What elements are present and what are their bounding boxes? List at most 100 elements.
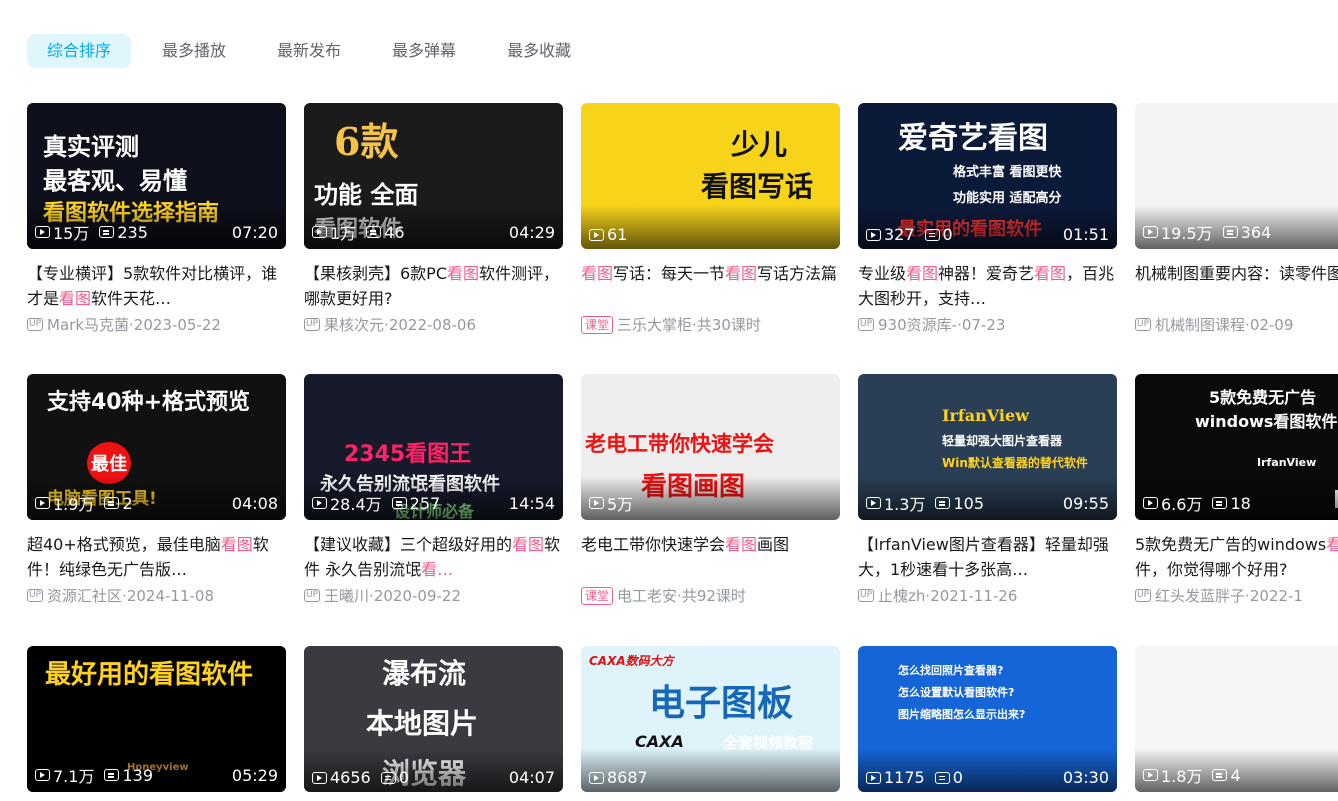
- tab-4[interactable]: 最多收藏: [487, 34, 591, 68]
- author-name[interactable]: 果核次元: [324, 314, 384, 335]
- title-keyword-highlight: 看图: [725, 264, 758, 283]
- video-card[interactable]: 怎么找回照片查看器? 怎么设置默认看图软件? 图片缩略图怎么显示出来? 1175 0 03…: [858, 646, 1117, 792]
- video-thumbnail[interactable]: 19.5万 364: [1135, 103, 1338, 249]
- video-thumbnail[interactable]: CAXA数码大方 电子图板 CAXA 全套视频教程 8687: [581, 646, 840, 792]
- video-card[interactable]: 支持40种+格式预览最佳电脑看图工具!1.9万204:08 超40+格式预览，最佳…: [27, 374, 286, 606]
- video-card[interactable]: 5款免费无广告windows看图软件IrfanViewFastSto6.6万18…: [1135, 374, 1338, 606]
- video-title[interactable]: 【IrfanView图片查看器】轻量却强大，1秒速看十多张高…: [858, 532, 1117, 582]
- duration: 14:54: [508, 493, 555, 513]
- duration: 05:29: [231, 765, 278, 785]
- danmaku-icon: [935, 497, 951, 509]
- video-thumbnail[interactable]: 支持40种+格式预览最佳电脑看图工具!1.9万204:08: [27, 374, 286, 520]
- danmaku-icon: [1212, 497, 1228, 509]
- danmaku-count: 2: [122, 493, 133, 513]
- up-badge-icon: UP: [1135, 318, 1152, 331]
- title-text: 写话方法篇: [757, 264, 838, 283]
- publish-date: 共30课时: [696, 316, 761, 334]
- video-thumbnail[interactable]: 爱奇艺看图格式丰富 看图更快功能实用 适配高分最实用的看图软件327001:51: [858, 103, 1117, 249]
- video-title[interactable]: 专业级看图神器！爱奇艺看图，百兆大图秒开，支持…: [858, 261, 1117, 311]
- video-thumbnail[interactable]: 怎么找回照片查看器? 怎么设置默认看图软件? 图片缩略图怎么显示出来? 1175 0 03…: [858, 646, 1117, 792]
- video-thumbnail[interactable]: 1.8万 4: [1135, 646, 1338, 792]
- video-card[interactable]: 6款功能 全面看图软件1万4604:29 【果核剥壳】6款PC看图软件测评，哪款更…: [304, 103, 563, 335]
- tab-2[interactable]: 最新发布: [257, 34, 361, 68]
- play-count: 1.3万: [884, 495, 926, 514]
- thumb-text: IrfanView: [1257, 456, 1317, 469]
- publish-date: 2022-1: [1249, 586, 1303, 605]
- thumb-text: 2345看图王: [344, 442, 472, 467]
- publish-date: 共92课时: [681, 587, 746, 605]
- tab-3[interactable]: 最多弹幕: [372, 34, 476, 68]
- play-count-icon: [589, 497, 604, 509]
- video-card[interactable]: 少儿 看图写话 61 看图写话：每天一节看图写话方法篇 课堂 三乐大掌柜 · 共30课时: [581, 103, 840, 335]
- play-count-icon: [35, 226, 50, 238]
- author-name[interactable]: 王曦川: [324, 585, 369, 606]
- author-name[interactable]: 机械制图课程: [1155, 314, 1245, 335]
- tab-1[interactable]: 最多播放: [142, 34, 246, 68]
- danmaku-icon: [391, 497, 407, 509]
- title-text: 【建议收藏】三个超级好用的: [304, 535, 513, 554]
- video-card[interactable]: 瀑布流本地图片浏览器4656004:07: [304, 646, 563, 792]
- thumb-text: 最客观、易懂: [43, 167, 187, 195]
- thumb-text: 电子图板: [649, 682, 794, 724]
- danmaku-count: 139: [122, 765, 153, 785]
- video-meta: UP Mark马克菌 · 2023-05-22: [27, 314, 286, 335]
- play-count: 327: [884, 225, 915, 244]
- title-keyword-highlight: 看…: [421, 560, 454, 579]
- video-meta: 课堂 电工老安 · 共92课时: [581, 585, 840, 606]
- author-name[interactable]: 930资源库-: [878, 314, 957, 335]
- video-thumbnail[interactable]: 瀑布流本地图片浏览器4656004:07: [304, 646, 563, 792]
- video-stats: 28.4万 257 14:54: [312, 491, 555, 515]
- play-count-icon: [35, 497, 50, 509]
- author-name[interactable]: 红头发蓝胖子: [1155, 585, 1245, 606]
- thumb-text: 爱奇艺看图: [898, 121, 1048, 156]
- duration: 09:55: [1062, 493, 1109, 513]
- danmaku-count: 0: [942, 225, 953, 244]
- thumb-text: 瀑布流: [382, 657, 467, 690]
- tab-0[interactable]: 综合排序: [27, 34, 132, 68]
- video-stats: 6.6万 18: [1143, 491, 1338, 515]
- play-count-icon: [312, 226, 327, 238]
- video-thumbnail[interactable]: 2345看图王永久告别流氓看图软件设计师必备28.4万25714:54: [304, 374, 563, 520]
- video-card[interactable]: CAXA数码大方 电子图板 CAXA 全套视频教程 8687: [581, 646, 840, 792]
- video-title[interactable]: 机械制图重要内容：读零件图: [1135, 261, 1338, 311]
- author-name[interactable]: Mark马克菌: [47, 314, 129, 335]
- video-title[interactable]: 超40+格式预览，最佳电脑看图软件！纯绿色无广告版…: [27, 532, 286, 582]
- duration: 04:07: [508, 768, 555, 787]
- play-count-icon: [35, 769, 50, 781]
- video-title[interactable]: 5款免费无广告的windows看图软件，你觉得哪个好用?: [1135, 532, 1338, 582]
- author-name[interactable]: 电工老安: [617, 585, 677, 606]
- duration: 01:51: [1062, 225, 1109, 244]
- video-title[interactable]: 【建议收藏】三个超级好用的看图软件 永久告别流氓看…: [304, 532, 563, 582]
- video-card[interactable]: 1.8万 4: [1135, 646, 1338, 792]
- play-count-icon: [866, 771, 881, 784]
- video-thumbnail[interactable]: IrfanView 轻量却强大图片查看器 Win默认查看器的替代软件 1.3万 105 0…: [858, 374, 1117, 520]
- publish-date: 2021-11-26: [930, 586, 1018, 605]
- video-card[interactable]: 真实评测最客观、易懂看图软件选择指南15万23507:20 【专业横评】5款软件对…: [27, 103, 286, 335]
- video-thumbnail[interactable]: 6款功能 全面看图软件1万4604:29: [304, 103, 563, 249]
- up-badge-icon: UP: [27, 318, 44, 331]
- video-thumbnail[interactable]: 5款免费无广告windows看图软件IrfanViewFastSto6.6万18: [1135, 374, 1338, 520]
- video-title[interactable]: 老电工带你快速学会看图画图: [581, 532, 840, 582]
- publish-date: 2022-08-06: [388, 315, 476, 334]
- video-card[interactable]: 老电工带你快速学会看图画图5万老电工带你快速学会看图画图课堂电工老安 · 共92…: [581, 374, 840, 606]
- thumb-text: Win默认查看器的替代软件: [942, 456, 1088, 470]
- video-title[interactable]: 【专业横评】5款软件对比横评，谁才是看图软件天花…: [27, 261, 286, 311]
- video-thumbnail[interactable]: 少儿 看图写话 61: [581, 103, 840, 249]
- author-name[interactable]: 止槐zh: [878, 585, 925, 606]
- video-card[interactable]: 最好用的看图软件Honeyview7.1万13905:29: [27, 646, 286, 792]
- video-card[interactable]: 爱奇艺看图格式丰富 看图更快功能实用 适配高分最实用的看图软件327001:51…: [858, 103, 1117, 335]
- course-badge: 课堂: [581, 586, 614, 605]
- video-title[interactable]: 【果核剥壳】6款PC看图软件测评，哪款更好用?: [304, 261, 563, 311]
- video-card[interactable]: IrfanView 轻量却强大图片查看器 Win默认查看器的替代软件 1.3万 105 0…: [858, 374, 1117, 606]
- video-thumbnail[interactable]: 最好用的看图软件Honeyview7.1万13905:29: [27, 646, 286, 792]
- video-card[interactable]: 19.5万 364 机械制图重要内容：读零件图 UP 机械制图课程 · 02-09: [1135, 103, 1338, 335]
- video-thumbnail[interactable]: 老电工带你快速学会看图画图5万: [581, 374, 840, 520]
- author-name[interactable]: 资源汇社区: [47, 585, 122, 606]
- video-title[interactable]: 看图写话：每天一节看图写话方法篇: [581, 261, 840, 311]
- video-thumbnail[interactable]: 真实评测最客观、易懂看图软件选择指南15万23507:20: [27, 103, 286, 249]
- video-card[interactable]: 2345看图王永久告别流氓看图软件设计师必备28.4万25714:54【建议收藏…: [304, 374, 563, 606]
- title-text: 5款免费无广告的windows: [1135, 535, 1327, 554]
- duration: 03:30: [1062, 768, 1109, 787]
- author-name[interactable]: 三乐大掌柜: [617, 314, 692, 335]
- danmaku-count: 257: [409, 493, 441, 513]
